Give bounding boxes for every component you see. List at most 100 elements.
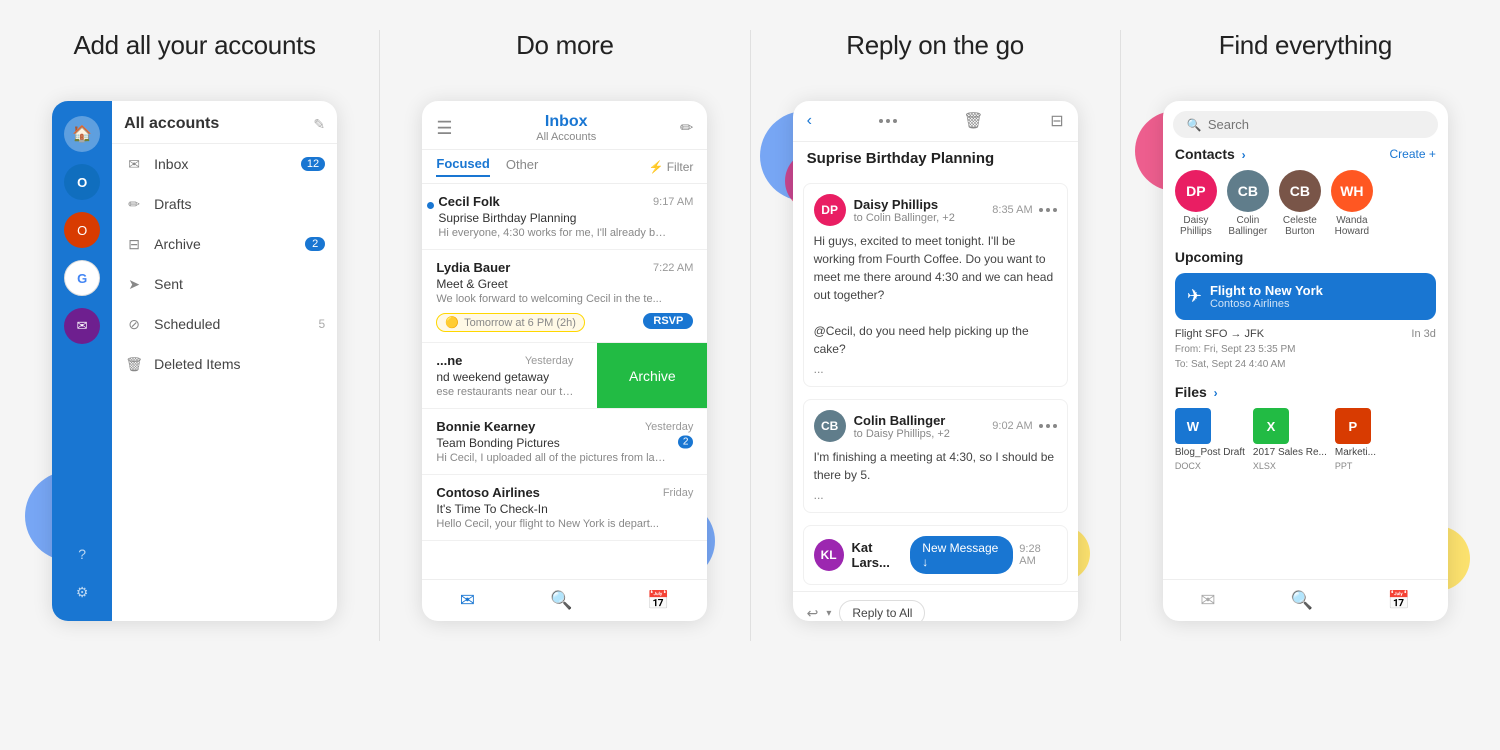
contact-celeste-avatar[interactable]: CB <box>1279 170 1321 212</box>
email-item-5[interactable]: Contoso Airlines Friday It's Time To Che… <box>422 475 707 541</box>
contact-colin: CB ColinBallinger <box>1227 170 1269 237</box>
contact-colin-avatar[interactable]: CB <box>1227 170 1269 212</box>
flight-title: Flight to New York <box>1210 283 1323 298</box>
file-word-icon: W <box>1175 408 1211 444</box>
menu-icon[interactable]: ☰ <box>436 118 452 139</box>
flight-from-row: From: Fri, Sept 23 5:35 PM <box>1175 342 1436 357</box>
msg-1-sender-row: DP Daisy Phillips to Colin Ballinger, +2 <box>814 194 955 226</box>
contacts-header: Contacts › Create + <box>1175 146 1436 162</box>
msg-1-more[interactable] <box>1039 208 1057 212</box>
msg-2-to: to Daisy Phillips, +2 <box>854 428 950 440</box>
search-input[interactable] <box>1208 117 1424 132</box>
file-xlsx-type: XLSX <box>1253 461 1327 471</box>
accounts-title: All accounts <box>124 115 219 133</box>
tab-other[interactable]: Other <box>506 157 539 176</box>
msg-1-info: Daisy Phillips to Colin Ballinger, +2 <box>854 197 955 224</box>
reply-all-label: Reply to All <box>852 606 912 620</box>
folder-deleted[interactable]: 🗑 Deleted Items <box>112 344 337 384</box>
email-detail-title: Suprise Birthday Planning <box>793 150 1078 177</box>
contact-daisy-name: DaisyPhillips <box>1180 215 1212 237</box>
email-1-subject: Suprise Birthday Planning <box>438 211 693 225</box>
nav-office-icon[interactable]: O <box>64 212 100 248</box>
folder-drafts[interactable]: ✏ Drafts <box>112 184 337 224</box>
msg-2-sender-row: CB Colin Ballinger to Daisy Phillips, +2 <box>814 410 950 442</box>
nav-search-icon-4[interactable]: 🔍 <box>1290 590 1312 611</box>
contact-wanda-avatar[interactable]: WH <box>1331 170 1373 212</box>
unread-dot-1 <box>427 202 434 209</box>
email-3-time: Yesterday <box>525 355 574 367</box>
rsvp-button[interactable]: RSVP <box>643 313 693 329</box>
flight-card[interactable]: ✈ Flight to New York Contoso Airlines <box>1175 273 1436 320</box>
feature-col-1: Add all your accounts 🏠 O O G ✉ ? ⚙ <box>10 30 379 641</box>
file-ppt[interactable]: P Marketi... PPT <box>1335 408 1376 471</box>
filter-button[interactable]: ⚡ Filter <box>649 160 694 174</box>
nav-home-icon[interactable]: 🏠 <box>64 116 100 152</box>
msg-2-time: 9:02 AM <box>992 420 1032 432</box>
reply-chevron[interactable]: ▾ <box>826 608 831 619</box>
archive-label: Archive <box>629 368 676 384</box>
reply-icon[interactable]: ↩ <box>807 605 819 622</box>
email-item-2[interactable]: Lydia Bauer 7:22 AM Meet & Greet We look… <box>422 250 707 343</box>
email-4-time: Yesterday <box>645 421 694 433</box>
inbox-title: Inbox <box>536 113 596 131</box>
tab-focused[interactable]: Focused <box>436 156 489 177</box>
event-time: Tomorrow at 6 PM (2h) <box>464 317 576 329</box>
flight-in: In 3d <box>1411 328 1435 340</box>
back-icon[interactable]: ‹ <box>807 112 812 130</box>
email-2-preview: We look forward to welcoming Cecil in th… <box>436 293 666 305</box>
email-2-header: Lydia Bauer 7:22 AM <box>436 260 693 275</box>
file-ppt-icon: P <box>1335 408 1371 444</box>
folder-archive[interactable]: ⊟ Archive 2 <box>112 224 337 264</box>
msg-2-body: I'm finishing a meeting at 4:30, so I sh… <box>814 448 1057 484</box>
folder-inbox-label: Inbox <box>154 156 291 172</box>
email-4-header: Bonnie Kearney Yesterday <box>436 419 693 434</box>
col3-phone: ‹ 🗑 ⊟ Suprise Birthday Planning DP Dais <box>793 101 1078 621</box>
msg-card-3: KL Kat Lars... New Message ↓ 9:28 AM <box>803 525 1068 585</box>
file-docx[interactable]: W Blog_Post Draft DOCX <box>1175 408 1245 471</box>
msg-2-more[interactable] <box>1039 424 1057 428</box>
files-label: Files › <box>1175 384 1218 400</box>
msg-2-avatar: CB <box>814 410 846 442</box>
reply-all-button[interactable]: Reply to All <box>839 600 925 621</box>
msg-1-to: to Colin Ballinger, +2 <box>854 212 955 224</box>
nav-mail-icon[interactable]: ✉ <box>460 590 475 611</box>
edit-icon[interactable]: ✎ <box>313 116 325 133</box>
file-docx-name: Blog_Post Draft <box>1175 447 1245 458</box>
more-options[interactable] <box>879 119 897 123</box>
file-xlsx[interactable]: X 2017 Sales Re... XLSX <box>1253 408 1327 471</box>
nav-email-icon[interactable]: ✉ <box>64 308 100 344</box>
deleted-icon: 🗑 <box>124 354 144 374</box>
contact-daisy-avatar[interactable]: DP <box>1175 170 1217 212</box>
tabs-row: Focused Other ⚡ Filter <box>422 150 707 184</box>
create-contact-button[interactable]: Create + <box>1390 147 1436 161</box>
compose-icon[interactable]: ✏ <box>680 118 693 138</box>
help-icon[interactable]: ? <box>68 540 96 568</box>
col2-title: Do more <box>516 30 614 61</box>
nav-search-icon[interactable]: 🔍 <box>550 590 572 611</box>
nav-outlook-icon[interactable]: O <box>64 164 100 200</box>
files-header: Files › <box>1175 384 1436 400</box>
col4-phone-wrapper: 🔍 Contacts › Create + DP <box>1145 81 1465 641</box>
folder-scheduled[interactable]: ⊘ Scheduled 5 <box>112 304 337 344</box>
flight-route-row: Flight SFO → JFK In 3d <box>1175 326 1436 342</box>
new-message-button[interactable]: New Message ↓ <box>910 536 1013 574</box>
msg-3-time: 9:28 AM <box>1019 543 1056 567</box>
nav-mail-icon-4[interactable]: ✉ <box>1200 590 1215 611</box>
archive-detail-icon[interactable]: ⊟ <box>1050 111 1063 131</box>
email-2-sender: Lydia Bauer <box>436 260 510 275</box>
folder-inbox[interactable]: ✉ Inbox 12 <box>112 144 337 184</box>
nav-calendar-icon-4[interactable]: 📅 <box>1388 590 1410 611</box>
settings-icon[interactable]: ⚙ <box>68 578 96 606</box>
email-item-3[interactable]: ...ne Yesterday nd weekend getaway ese r… <box>422 343 707 409</box>
col4-bottom-nav: ✉ 🔍 📅 <box>1163 579 1448 621</box>
email-item-4[interactable]: Bonnie Kearney Yesterday Team Bonding Pi… <box>422 409 707 475</box>
folder-sent[interactable]: ➤ Sent <box>112 264 337 304</box>
archive-swipe[interactable]: Archive <box>597 343 707 408</box>
nav-google-icon[interactable]: G <box>64 260 100 296</box>
email-3-sender: ...ne <box>436 353 462 368</box>
trash-icon[interactable]: 🗑 <box>963 111 983 131</box>
email-item-1[interactable]: Cecil Folk 9:17 AM Suprise Birthday Plan… <box>422 184 707 250</box>
file-docx-type: DOCX <box>1175 461 1245 471</box>
nav-calendar-icon[interactable]: 📅 <box>647 590 669 611</box>
msg-1-header: DP Daisy Phillips to Colin Ballinger, +2… <box>814 194 1057 226</box>
